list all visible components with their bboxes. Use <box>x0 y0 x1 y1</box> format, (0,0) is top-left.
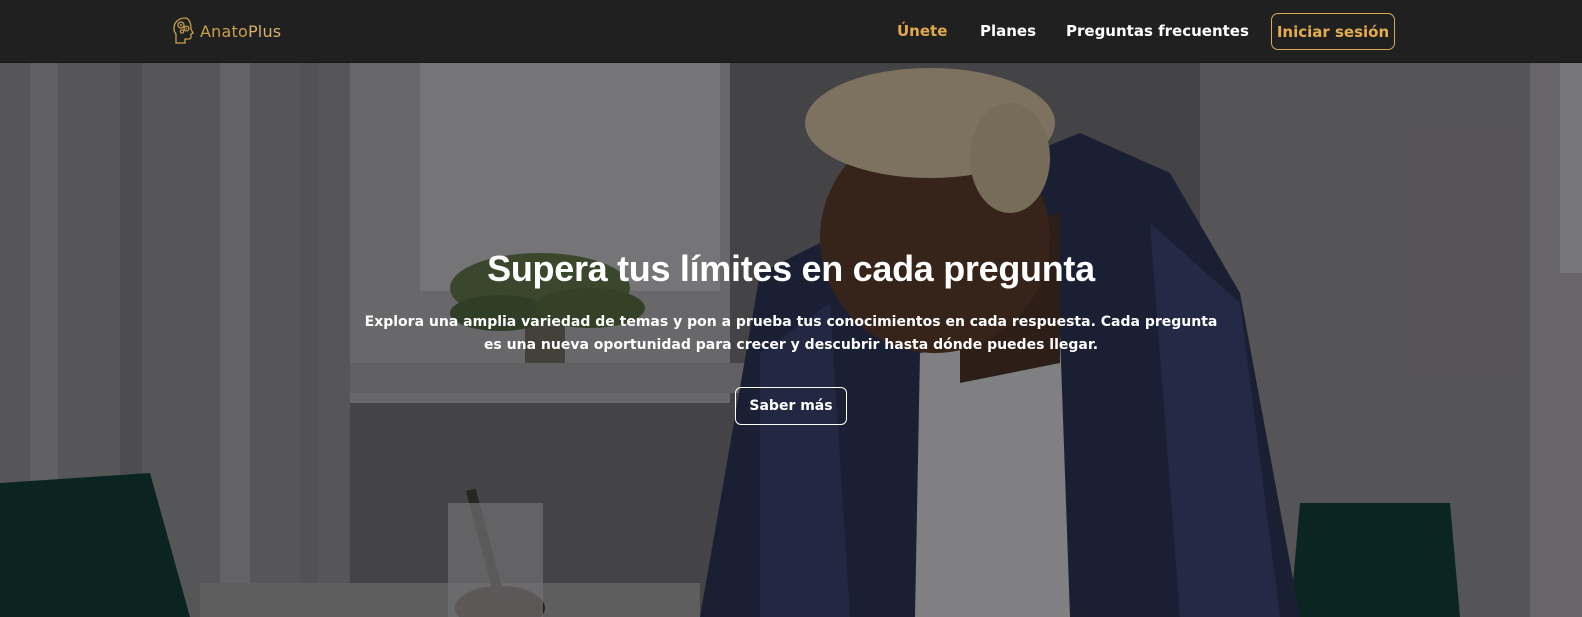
hero-section: Supera tus límites en cada pregunta Expl… <box>0 63 1582 617</box>
saber-mas-button[interactable]: Saber más <box>735 387 847 425</box>
nav-link-preguntas-frecuentes[interactable]: Preguntas frecuentes <box>1066 22 1249 40</box>
hero-subtitle: Explora una amplia variedad de temas y p… <box>364 314 1218 353</box>
nav-link-planes[interactable]: Planes <box>980 22 1036 40</box>
hero-content: Supera tus límites en cada pregunta Expl… <box>291 243 1291 425</box>
hero-title: Supera tus límites en cada pregunta <box>487 248 1095 289</box>
login-button[interactable]: Iniciar sesión <box>1271 13 1395 50</box>
nav-link-unete[interactable]: Únete <box>897 22 947 40</box>
top-navbar: AnatoPlus Únete Planes Preguntas frecuen… <box>0 0 1582 63</box>
